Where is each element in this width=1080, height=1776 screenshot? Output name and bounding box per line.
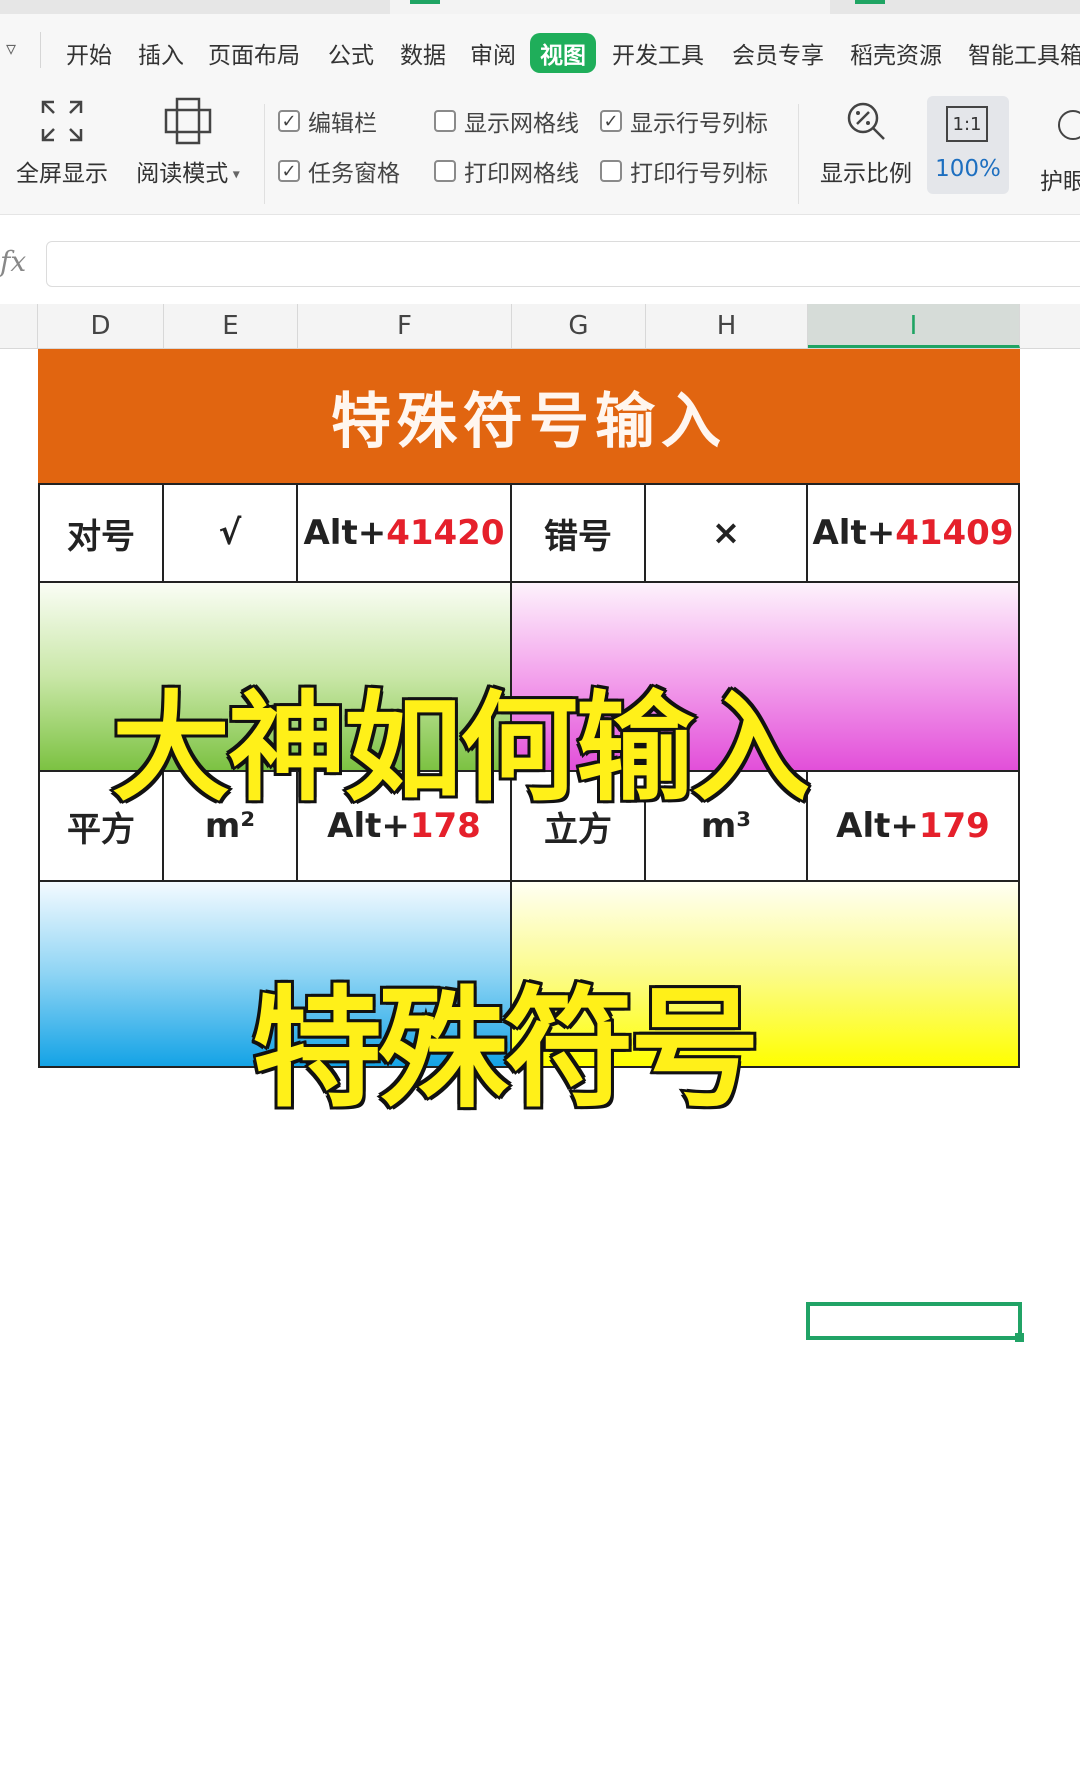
fullscreen-label: 全屏显示 <box>16 161 108 187</box>
edit-bar-checkbox[interactable]: ✓ 编辑栏 <box>278 104 377 138</box>
reading-mode-button[interactable]: 阅读模式 ▾ <box>128 94 248 188</box>
zoom-percent-icon <box>812 94 920 148</box>
eye-care-icon <box>1058 110 1080 140</box>
column-header-f[interactable]: F <box>298 304 512 348</box>
cell-cross-symbol[interactable]: × <box>644 483 808 583</box>
tab-review[interactable]: 审阅 <box>470 36 516 70</box>
tab-accent <box>855 0 885 4</box>
tab-accent <box>410 0 440 4</box>
tab-developer[interactable]: 开发工具 <box>612 36 704 70</box>
tab-data[interactable]: 数据 <box>400 36 446 70</box>
reading-mode-label: 阅读模式 ▾ <box>136 161 240 187</box>
tab-home[interactable]: 开始 <box>66 36 112 70</box>
fullscreen-button[interactable]: 全屏显示 <box>10 94 114 188</box>
cell-checkmark-name[interactable]: 对号 <box>38 483 164 583</box>
collapse-ribbon-icon[interactable]: ▿ <box>6 36 16 60</box>
fx-icon[interactable]: fx <box>0 245 26 278</box>
window-tab[interactable] <box>0 0 390 14</box>
zoom-value: 100% <box>935 156 1001 182</box>
zoom-100-button[interactable]: 1:1 100% <box>927 96 1009 194</box>
column-header-d[interactable]: D <box>38 304 164 348</box>
banner-title: 特殊符号输入 <box>331 386 727 457</box>
cell-checkmark-symbol[interactable]: √ <box>162 483 298 583</box>
checkbox-unchecked-icon <box>600 160 622 182</box>
show-headers-checkbox[interactable]: ✓ 显示行号列标 <box>600 104 768 138</box>
formula-input[interactable] <box>46 241 1080 287</box>
tab-formulas[interactable]: 公式 <box>328 36 374 70</box>
toolbar-divider <box>264 104 265 204</box>
cell-checkmark-code[interactable]: Alt+ 41420 <box>296 483 512 583</box>
tab-docer[interactable]: 稻壳资源 <box>850 36 942 70</box>
cell-cross-name[interactable]: 错号 <box>510 483 646 583</box>
zoom-button[interactable]: 显示比例 <box>812 94 920 188</box>
menu-divider <box>40 32 41 68</box>
task-pane-checkbox[interactable]: ✓ 任务窗格 <box>278 154 400 188</box>
eye-care-button[interactable]: 护眼 <box>1032 104 1080 204</box>
zoom-label: 显示比例 <box>820 161 912 187</box>
formula-bar: fx <box>0 214 1080 305</box>
print-headers-checkbox[interactable]: 打印行号列标 <box>600 154 768 188</box>
column-header-i[interactable]: I <box>808 304 1020 348</box>
toolbar-divider <box>798 104 799 204</box>
checkbox-checked-icon: ✓ <box>600 110 622 132</box>
checkbox-unchecked-icon <box>434 160 456 182</box>
tab-page-layout[interactable]: 页面布局 <box>208 36 300 70</box>
sheet-banner[interactable]: 特殊符号输入 <box>38 349 1020 483</box>
tab-smart-tools[interactable]: 智能工具箱 <box>968 36 1080 70</box>
caption-line-2: 特殊符号 <box>249 971 762 1128</box>
cell-cube-code[interactable]: Alt+ 179 <box>806 770 1020 882</box>
tab-member[interactable]: 会员专享 <box>732 36 824 70</box>
row-number-corner[interactable] <box>0 304 38 348</box>
fill-handle[interactable] <box>1015 1333 1024 1342</box>
view-toolbar: 全屏显示 阅读模式 ▾ ✓ 编辑栏 ✓ 任务窗格 显示网格线 打印网格线 ✓ 显示行号… <box>0 94 1080 214</box>
crosshair-grid-icon <box>128 94 248 148</box>
show-gridlines-checkbox[interactable]: 显示网格线 <box>434 104 579 138</box>
tab-view[interactable]: 视图 <box>530 33 596 73</box>
column-header-row: D E F G H I <box>0 304 1080 349</box>
column-header-h[interactable]: H <box>646 304 808 348</box>
cell-cross-code[interactable]: Alt+ 41409 <box>806 483 1020 583</box>
tab-insert[interactable]: 插入 <box>138 36 184 70</box>
checkbox-checked-icon: ✓ <box>278 160 300 182</box>
active-cell-selection[interactable] <box>806 1302 1022 1340</box>
column-header-e[interactable]: E <box>164 304 298 348</box>
window-tab-strip <box>0 0 1080 14</box>
checkbox-checked-icon: ✓ <box>278 110 300 132</box>
print-gridlines-checkbox[interactable]: 打印网格线 <box>434 154 579 188</box>
checkbox-unchecked-icon <box>434 110 456 132</box>
ribbon-menu-bar: ▿ 开始 插入 页面布局 公式 数据 审阅 视图 开发工具 会员专享 稻壳资源 … <box>0 14 1080 94</box>
expand-icon <box>10 94 114 148</box>
caption-line-1: 大神如何输入 <box>109 677 812 820</box>
column-header-g[interactable]: G <box>512 304 646 348</box>
one-to-one-icon: 1:1 <box>946 106 988 142</box>
eye-care-label: 护眼 <box>1040 169 1080 195</box>
